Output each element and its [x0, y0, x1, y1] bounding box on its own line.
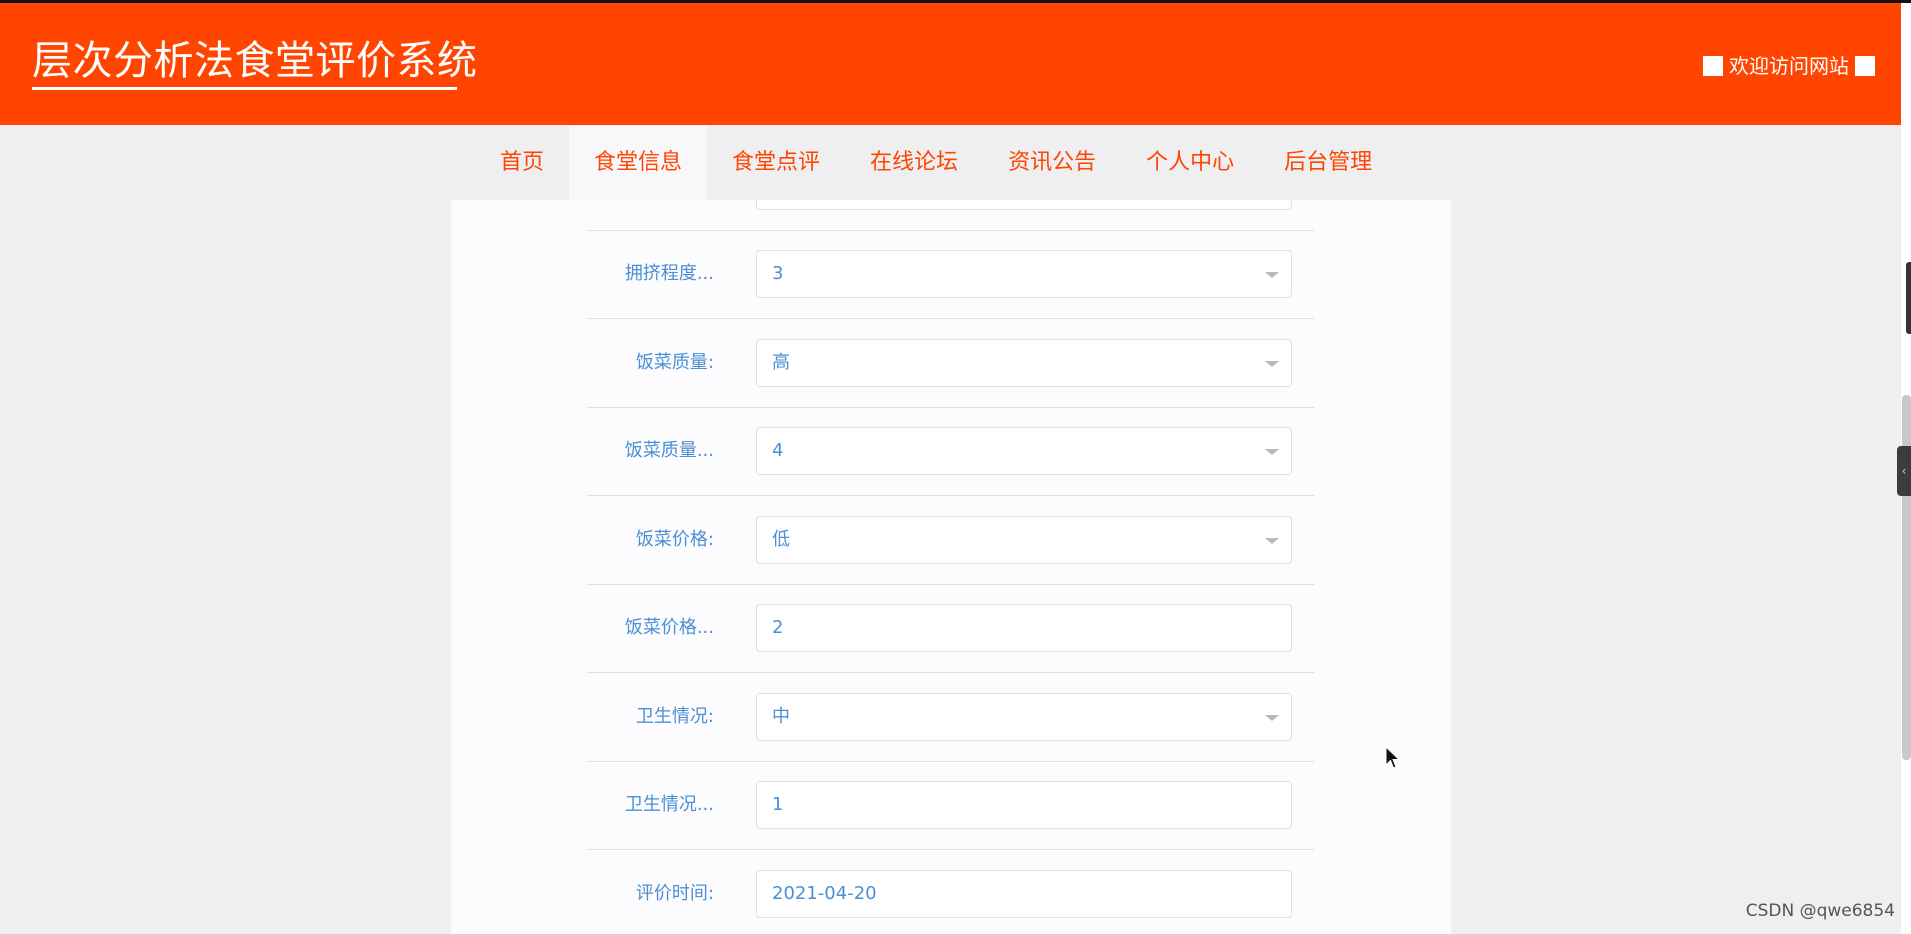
crowding-score-select[interactable]: 3 [756, 250, 1292, 298]
form-row-review-date: 评价时间: 2021-04-20 [587, 850, 1314, 934]
form-label: 卫生情况: [635, 706, 714, 727]
nav-item-forum[interactable]: 在线论坛 [845, 126, 983, 200]
title-underline [32, 87, 457, 90]
review-date-input[interactable]: 2021-04-20 [756, 870, 1292, 918]
form-label: 卫生情况... [624, 794, 714, 815]
field-value: 2021-04-20 [772, 883, 877, 904]
form-row-food-quality-score: 饭菜质量... 4 [587, 407, 1314, 496]
form-row-hygiene-score: 卫生情况... 1 [587, 761, 1314, 850]
nav-item-news[interactable]: 资讯公告 [983, 126, 1121, 200]
food-quality-score-select[interactable]: 4 [756, 427, 1292, 475]
field-value: 高 [772, 352, 790, 373]
site-title[interactable]: 层次分析法食堂评价系统 [32, 37, 478, 85]
caret-down-icon [1265, 449, 1279, 455]
caret-down-icon [1265, 272, 1279, 278]
food-price-score-input[interactable]: 2 [756, 604, 1292, 652]
nav-item-home[interactable]: 首页 [475, 126, 569, 200]
form-row-food-price: 饭菜价格: 低 [587, 496, 1314, 585]
nav-item-canteen-info[interactable]: 食堂信息 [569, 126, 708, 200]
nav-item-admin[interactable]: 后台管理 [1259, 126, 1397, 200]
form-row-food-price-score: 饭菜价格... 2 [587, 584, 1314, 673]
square-icon [1855, 56, 1875, 76]
welcome-banner: 欢迎访问网站 [1703, 53, 1875, 79]
form-label: 饭菜质量... [624, 440, 714, 461]
field-value: 4 [772, 440, 784, 461]
main-nav: 首页 食堂信息 食堂点评 在线论坛 资讯公告 个人中心 后台管理 [475, 126, 1397, 200]
hygiene-select[interactable]: 中 [756, 693, 1292, 741]
field-value: 3 [772, 263, 784, 284]
form-label: 拥挤程度... [624, 263, 714, 284]
form-label: 饭菜价格: [635, 529, 714, 550]
form-row-hygiene: 卫生情况: 中 [587, 673, 1314, 762]
watermark-text: CSDN @qwe6854 [1745, 901, 1895, 921]
form-label: 饭菜质量: [635, 352, 714, 373]
square-icon [1703, 56, 1723, 76]
field-value: 低 [772, 529, 790, 550]
form-row-food-quality: 饭菜质量: 高 [587, 319, 1314, 408]
food-price-select[interactable]: 低 [756, 516, 1292, 564]
field-value: 中 [772, 706, 790, 727]
field-value: 1 [772, 794, 784, 815]
food-quality-select[interactable]: 高 [756, 339, 1292, 387]
nav-item-canteen-review[interactable]: 食堂点评 [707, 126, 845, 200]
mouse-pointer-icon [1385, 746, 1401, 769]
form-row-crowding-score: 拥挤程度... 3 [587, 230, 1314, 319]
detail-form-panel: 拥挤程度... 3 饭菜质量: 高 饭菜质量... 4 饭菜价格: 低 饭菜价格… [451, 200, 1451, 934]
form-label [587, 200, 714, 230]
form-row-partial [587, 200, 1314, 231]
site-header: 层次分析法食堂评价系统 欢迎访问网站 [0, 3, 1901, 125]
hygiene-score-input[interactable]: 1 [756, 781, 1292, 829]
caret-down-icon [1265, 361, 1279, 367]
form-label: 评价时间: [635, 883, 714, 904]
scrollbar-indicator [1906, 262, 1911, 334]
nav-item-profile[interactable]: 个人中心 [1121, 126, 1259, 200]
welcome-text: 欢迎访问网站 [1729, 54, 1849, 78]
partial-select[interactable] [756, 200, 1292, 210]
chevron-left-icon[interactable]: ‹ [1897, 446, 1911, 496]
field-value: 2 [772, 617, 784, 638]
caret-down-icon [1265, 715, 1279, 721]
form-label: 饭菜价格... [624, 617, 714, 638]
caret-down-icon [1265, 538, 1279, 544]
